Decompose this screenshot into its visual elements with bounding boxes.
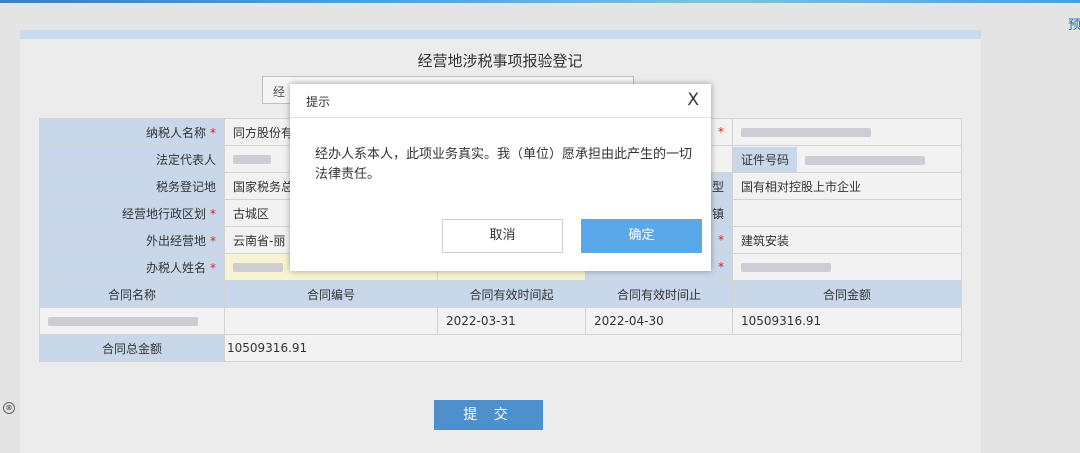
id-number-value[interactable] (805, 155, 926, 165)
dialog-title: 提示 (306, 95, 331, 109)
close-icon[interactable]: X (687, 90, 699, 110)
col-contract-number: 合同编号 (224, 280, 438, 308)
legal-rep-label: 法定代表人 (39, 145, 225, 173)
town-value[interactable] (732, 199, 962, 227)
table-row: 2022-03-31 2022-04-30 10509316.91 (39, 307, 962, 335)
enterprise-type-value[interactable]: 国有相对控股上市企业 (732, 172, 962, 200)
business-category-value[interactable]: 建筑安装 (732, 226, 962, 254)
contract-amount-cell[interactable]: 10509316.91 (732, 307, 962, 335)
total-label: 合同总金额 (39, 334, 225, 362)
total-value: 10509316.91 (224, 334, 962, 362)
contract-name-cell[interactable] (39, 307, 225, 335)
col-contract-start: 合同有效时间起 (437, 280, 586, 308)
contract-number-cell[interactable] (224, 307, 438, 335)
handler-phone-value[interactable] (732, 253, 962, 281)
page-title: 经营地涉税事项报验登记 (417, 52, 583, 70)
top-header-strip (0, 0, 1080, 3)
confirm-dialog: 提示 X 经办人系本人，此项业务真实。我（单位）愿承担由此产生的一切法律责任。 … (290, 84, 711, 271)
taxpayer-name-label: 纳税人名称 * (39, 118, 225, 146)
panel-top-bar (20, 30, 981, 39)
admin-district-label: 经营地行政区划 * (39, 199, 225, 227)
dialog-header: 提示 X (290, 84, 711, 118)
outside-place-label: 外出经营地 * (39, 226, 225, 254)
handler-name-label: 办税人姓名 * (39, 253, 225, 281)
col-contract-name: 合同名称 (39, 280, 225, 308)
dialog-message: 经办人系本人，此项业务真实。我（单位）愿承担由此产生的一切法律责任。 (315, 147, 693, 182)
submit-button[interactable]: 提 交 (434, 400, 543, 430)
id-number-label: 证件号码 (733, 146, 798, 172)
contract-header-row: 合同名称 合同编号 合同有效时间起 合同有效时间止 合同金额 (39, 280, 962, 308)
col-contract-end: 合同有效时间止 (585, 280, 733, 308)
cancel-button[interactable]: 取消 (442, 219, 563, 253)
contract-start-cell[interactable]: 2022-03-31 (437, 307, 586, 335)
total-row: 合同总金额 10509316.91 (39, 334, 962, 362)
right-edge-text[interactable]: 预 (1068, 14, 1080, 33)
taxpayer-type-value[interactable] (732, 118, 962, 146)
selector-text: 经 (273, 85, 286, 99)
close-circle-icon[interactable]: ⊗ (3, 402, 15, 414)
confirm-button[interactable]: 确定 (581, 219, 702, 253)
col-contract-amount: 合同金额 (732, 280, 962, 308)
tax-reg-place-label: 税务登记地 (39, 172, 225, 200)
contract-end-cell[interactable]: 2022-04-30 (585, 307, 733, 335)
